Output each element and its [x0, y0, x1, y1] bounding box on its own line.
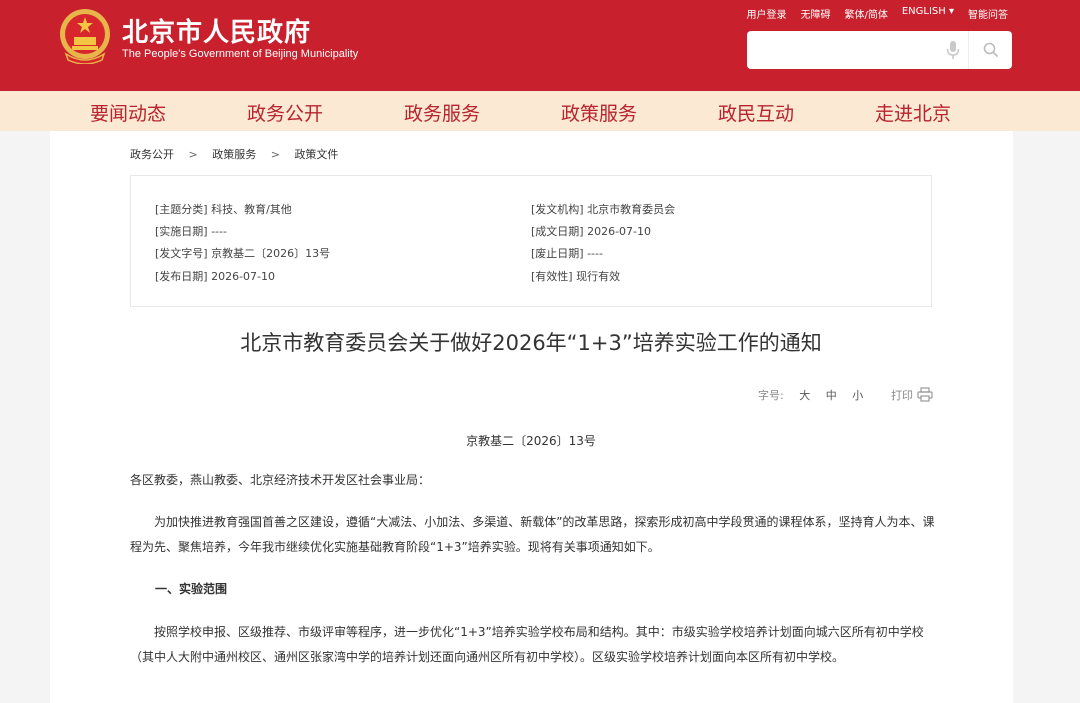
nav-item-policy-services[interactable]: 政策服务: [561, 99, 637, 126]
nav-item-interaction[interactable]: 政民互动: [718, 99, 794, 126]
info-topic: [主题分类] 科技、教育/其他: [155, 203, 292, 216]
paragraph-scope: 按照学校申报、区级推荐、市级评审等程序，进一步优化“1+3”培养实验学校布局和结…: [130, 625, 924, 664]
document-number: 京教基二〔2026〕13号: [466, 434, 596, 448]
document-title: 北京市教育委员会关于做好2026年“1+3”培养实验工作的通知: [240, 331, 822, 355]
login-link[interactable]: 用户登录: [746, 6, 786, 22]
info-effective-date: [实施日期] ----: [155, 225, 227, 238]
english-dropdown[interactable]: ENGLISH ▾: [902, 6, 954, 22]
nav-item-gov-affairs-public[interactable]: 政务公开: [247, 99, 323, 126]
font-large-button[interactable]: 大: [799, 389, 810, 402]
microphone-icon[interactable]: [946, 41, 960, 59]
info-doc-number: [发文字号] 京教基二〔2026〕13号: [155, 247, 331, 260]
print-button[interactable]: 打印: [891, 387, 913, 403]
printer-icon[interactable]: [917, 387, 933, 402]
nav-item-gov-services[interactable]: 政务服务: [404, 99, 480, 126]
font-medium-button[interactable]: 中: [826, 389, 837, 402]
info-publish-date: [发布日期] 2026-07-10: [155, 270, 276, 283]
font-size-label: 字号:: [758, 389, 784, 402]
font-small-button[interactable]: 小: [852, 389, 863, 402]
info-written-date: [成文日期] 2026-07-10: [531, 225, 652, 238]
breadcrumb-item[interactable]: 政策文件: [294, 148, 338, 161]
document-info-box: [130, 175, 932, 307]
font-size-tools: 字号: 大 中 小: [758, 387, 863, 403]
national-emblem-icon[interactable]: [58, 8, 112, 64]
info-repeal-date: [废止日期] ----: [531, 247, 603, 260]
search-icon: [983, 42, 999, 58]
breadcrumb-separator: >: [188, 148, 198, 161]
search-button[interactable]: [968, 31, 1012, 69]
smart-qa-link[interactable]: 智能问答: [968, 6, 1008, 22]
accessibility-link[interactable]: 无障碍: [800, 6, 830, 22]
nav-item-about-beijing[interactable]: 走进北京: [875, 99, 951, 126]
info-validity: [有效性] 现行有效: [531, 270, 621, 283]
breadcrumb-item[interactable]: 政务公开: [130, 148, 174, 161]
breadcrumb: 政务公开 > 政策服务 > 政策文件: [130, 146, 338, 162]
info-issuer: [发文机构] 北京市教育委员会: [531, 203, 676, 216]
site-header: 北京市人民政府 The People's Government of Beiji…: [0, 0, 1080, 91]
main-nav: 要闻动态 政务公开 政务服务 政策服务 政民互动 走进北京: [0, 91, 1080, 131]
site-name[interactable]: 北京市人民政府: [122, 12, 311, 49]
site-subtitle: The People's Government of Beijing Munic…: [122, 48, 359, 60]
top-links: 用户登录 无障碍 繁体/简体 ENGLISH ▾ 智能问答: [746, 6, 1008, 22]
section-heading: 一、实验范围: [155, 582, 228, 596]
traditional-simplified-link[interactable]: 繁体/简体: [844, 6, 887, 22]
search-input[interactable]: [757, 37, 937, 63]
paragraph-intro: 为加快推进教育强国首善之区建设，遵循“大减法、小加法、多渠道、新载体”的改革思路…: [130, 515, 935, 554]
nav-item-news[interactable]: 要闻动态: [90, 99, 166, 126]
breadcrumb-separator: >: [270, 148, 280, 161]
salutation: 各区教委，燕山教委、北京经济技术开发区社会事业局：: [130, 473, 431, 487]
breadcrumb-item[interactable]: 政策服务: [212, 148, 256, 161]
